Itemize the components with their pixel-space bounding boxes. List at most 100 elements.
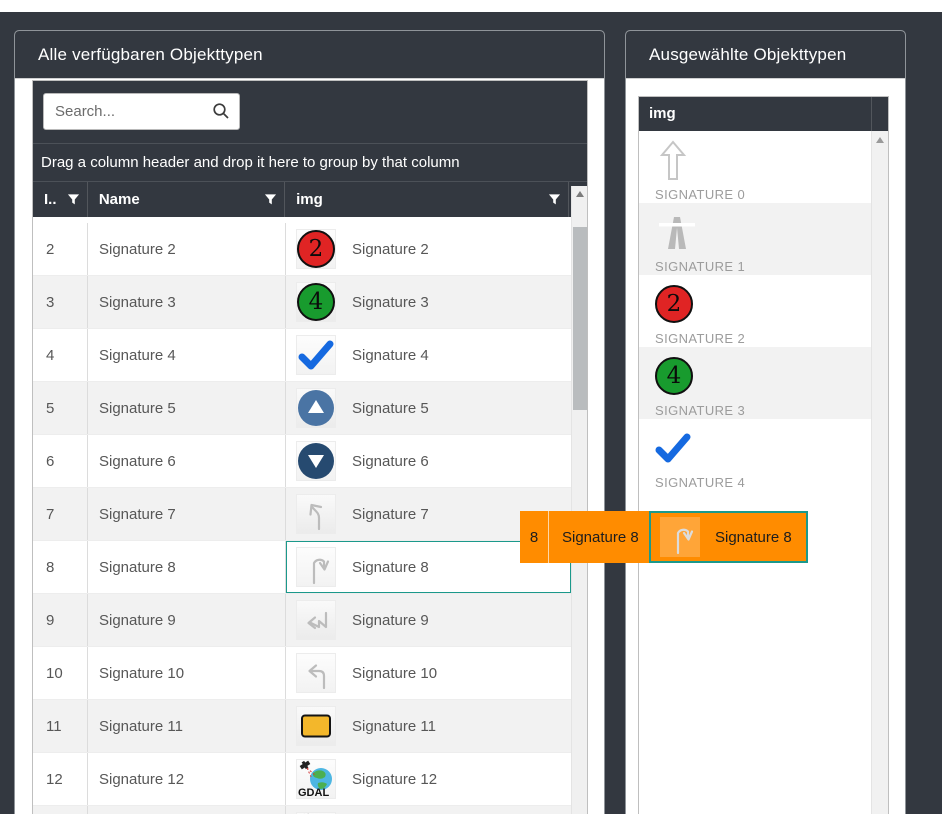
cell-img[interactable]: Signature 5 [286,382,571,434]
table-row[interactable]: 12 Signature 12 GDAL Signature 12 [33,753,571,806]
gdal-globe-icon: GDAL [296,759,336,799]
circle-2-red-icon: 2 [296,229,336,269]
column-header-name[interactable]: Name [88,182,286,217]
search-box [43,93,240,130]
motorway-icon [659,217,695,249]
available-object-types-panel: Alle verfügbaren Objekttypen Drag a colu… [14,30,605,814]
cell-name: Signature 5 [88,382,286,434]
grid-vertical-scrollbar[interactable] [571,186,587,814]
cell-img[interactable]: Signature 6 [286,435,571,487]
cell-id: 13 [33,806,88,814]
table-row[interactable]: 8 Signature 8 Signature 8 [33,541,571,594]
grid-body: 2 Signature 2 2 Signature 2 3 Signature … [33,217,587,814]
list-item[interactable]: SIGNATURE 4 [639,419,888,491]
table-row[interactable]: 7 Signature 7 Signature 7 [33,488,571,541]
arrow-bear-left-icon [296,494,336,534]
arrow-up-outline-icon [655,134,888,186]
scrollbar-thumb[interactable] [573,227,587,410]
drag-cell-img: Signature 8 [649,511,808,563]
cell-name: Signature 8 [88,541,286,593]
cell-img[interactable]: Signature 10 [286,647,571,699]
cell-id: 11 [33,700,88,752]
table-row[interactable]: 11 Signature 11 Signature 11 [33,700,571,753]
table-row[interactable]: 10 Signature 10 Signature 10 [33,647,571,700]
list-item[interactable]: 4 SIGNATURE 3 [639,347,888,419]
arrow-up-outline-icon [659,140,687,180]
circle-4-green-icon: 4 [296,282,336,322]
circle-2-red-icon: 2 [655,278,888,330]
table-row[interactable]: 2 Signature 2 2 Signature 2 [33,223,571,276]
grid-header-row: I.. Name img [33,181,587,217]
grid-rows: 2 Signature 2 2 Signature 2 3 Signature … [33,223,571,814]
circle-triangle-down-icon [298,443,334,479]
check-blue-icon [655,433,691,463]
table-row[interactable]: 9 Signature 9 Signature 9 [33,594,571,647]
table-row[interactable]: 5 Signature 5 Signature 5 [33,382,571,435]
gdal-globe-icon: GDAL [298,760,332,799]
column-header-img[interactable]: img [285,182,569,217]
selected-panel-title: Ausgewählte Objekttypen [626,31,905,79]
svg-text:GDAL: GDAL [298,787,329,799]
cell-name: Signature 11 [88,700,286,752]
list-item[interactable]: SIGNATURE 0 [639,131,888,203]
cell-img[interactable]: Signature 4 [286,329,571,381]
object-type-picker-window: Alle verfügbaren Objekttypen Drag a colu… [0,0,942,814]
cell-id: 3 [33,276,88,328]
circle-4-green-icon: 4 [655,350,888,402]
cell-id: 6 [33,435,88,487]
circle-triangle-up-icon [296,388,336,428]
arrow-loop-right-icon [676,528,694,555]
cell-id: 8 [33,541,88,593]
filter-icon[interactable] [264,193,277,206]
table-row[interactable]: 13 Signature 13 GDAL Signature 13 [33,806,571,814]
group-drop-area[interactable]: Drag a column header and drop it here to… [33,143,587,181]
rect-yellow-icon [296,706,336,746]
cell-id: 12 [33,753,88,805]
grid-toolbar [33,81,587,143]
cell-img[interactable]: Signature 11 [286,700,571,752]
cell-id: 10 [33,647,88,699]
table-row[interactable]: 3 Signature 3 4 Signature 3 [33,276,571,329]
cell-img[interactable]: 4 Signature 3 [286,276,571,328]
drag-img-label: Signature 8 [715,528,792,546]
available-objects-grid: Drag a column header and drop it here to… [32,80,588,814]
cell-img[interactable]: Signature 9 [286,594,571,646]
scroll-up-icon[interactable] [876,137,884,143]
cell-name: Signature 3 [88,276,286,328]
cell-img[interactable]: GDAL Signature 12 [286,753,571,805]
drag-cell-name: Signature 8 [562,528,639,546]
circle-2-red-icon: 2 [655,285,693,323]
column-header-id[interactable]: I.. [33,182,88,217]
circle-4-green-icon: 4 [297,283,335,321]
search-icon[interactable] [211,101,231,121]
arrow-bear-left-icon [309,503,323,531]
scroll-up-icon[interactable] [576,191,584,197]
arrow-loop-right-icon [660,517,700,557]
cell-id: 5 [33,382,88,434]
cell-name: Signature 9 [88,594,286,646]
cell-id: 4 [33,329,88,381]
list-item[interactable]: SIGNATURE 1 [639,203,888,275]
drag-preview-row[interactable]: 8 Signature 8 Signature 8 [520,511,808,563]
cell-img[interactable]: GDAL Signature 13 [286,806,571,814]
table-row[interactable]: 6 Signature 6 Signature 6 [33,435,571,488]
filter-icon[interactable] [67,193,80,206]
filter-icon[interactable] [548,193,561,206]
list-vertical-scrollbar[interactable] [871,131,888,814]
cell-id: 2 [33,223,88,275]
cell-name: Signature 12 [88,753,286,805]
cell-id: 7 [33,488,88,540]
cell-name: Signature 6 [88,435,286,487]
list-item[interactable]: 2 SIGNATURE 2 [639,275,888,347]
check-blue-icon [298,340,334,370]
check-blue-icon [296,335,336,375]
arrow-turn-left-icon [308,664,326,690]
table-row[interactable]: 4 Signature 4 Signature 4 [33,329,571,382]
list-header-img: img [639,97,888,131]
arrow-turn-left-icon [296,653,336,693]
selected-object-types-panel: Ausgewählte Objekttypen img SIGNATURE 0 … [625,30,906,814]
cell-img[interactable]: 2 Signature 2 [286,223,571,275]
circle-2-red-icon: 2 [297,230,335,268]
arrow-loop-right-icon [312,558,330,585]
cell-id: 9 [33,594,88,646]
